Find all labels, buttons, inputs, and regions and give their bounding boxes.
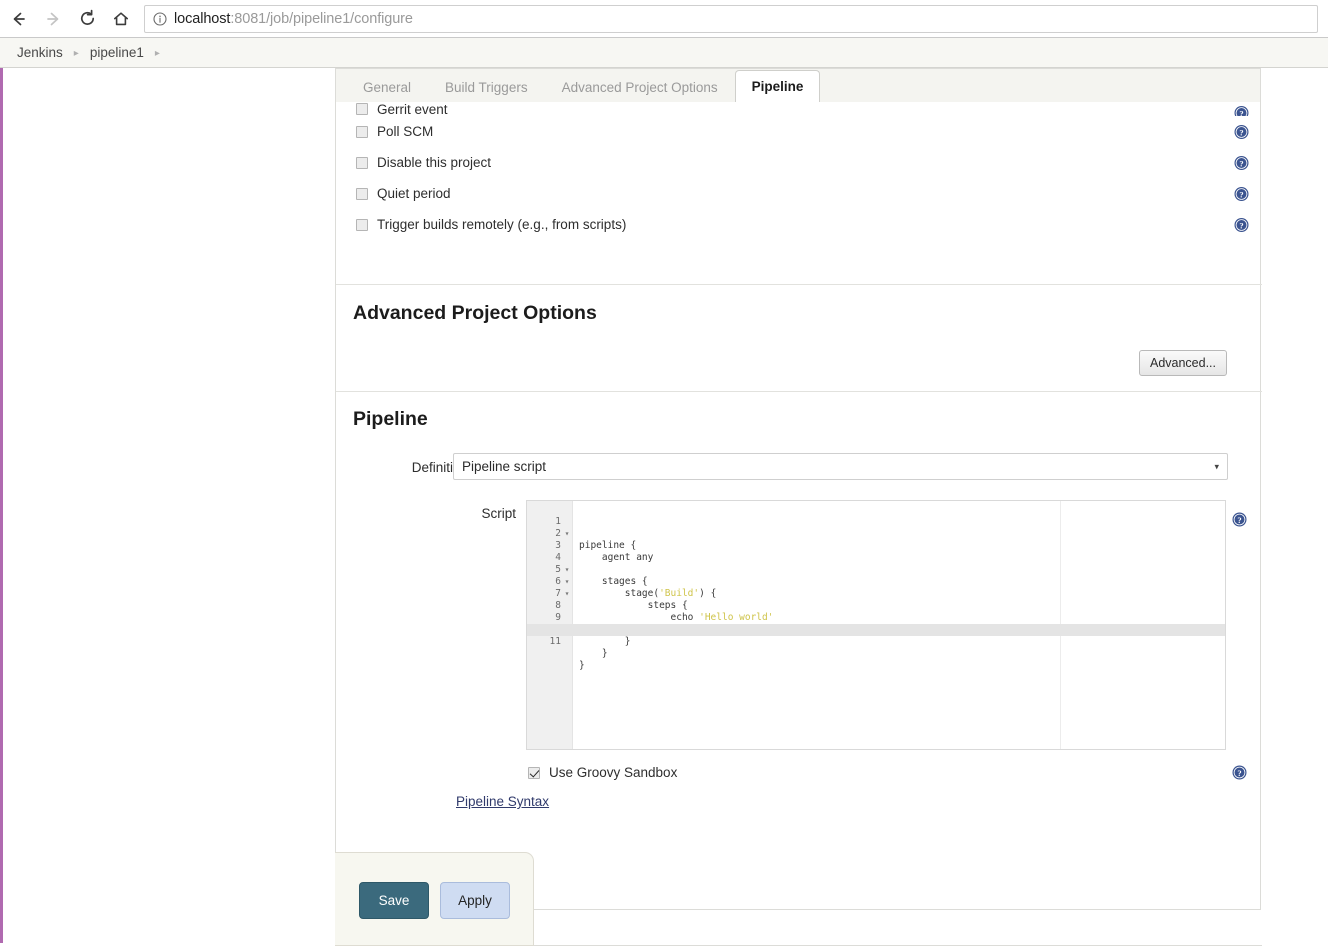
checkbox-poll-scm[interactable] — [356, 125, 368, 138]
url-path: :8081/job/pipeline1/configure — [230, 10, 413, 27]
trigger-label: Gerrit event — [377, 102, 448, 116]
reload-icon[interactable] — [72, 4, 102, 34]
tab-advanced-project-options[interactable]: Advanced Project Options — [545, 71, 735, 104]
code-line: 3 — [527, 528, 1225, 551]
svg-text:?: ? — [1239, 220, 1243, 230]
editor-code-area[interactable]: 1 ▾ pipeline { 2 agent any 3 4 ▾ stages … — [527, 504, 1225, 671]
code-line: 5 ▾ stage('Build') { — [527, 552, 1225, 599]
breadcrumb-item-pipeline1[interactable]: pipeline1 — [90, 45, 144, 60]
url-text: localhost:8081/job/pipeline1/configure — [174, 11, 413, 27]
section-divider — [336, 391, 1262, 392]
breadcrumb-item-jenkins[interactable]: Jenkins — [17, 45, 63, 60]
script-editor[interactable]: 1 ▾ pipeline { 2 agent any 3 4 ▾ stages … — [526, 500, 1226, 750]
back-arrow-icon[interactable] — [4, 4, 34, 34]
code-text: } — [579, 636, 631, 647]
help-icon[interactable]: ? — [1232, 512, 1247, 527]
page-body: General Build Triggers Advanced Project … — [0, 68, 1328, 946]
chevron-down-icon: ▾ — [1214, 461, 1219, 471]
checkbox-trigger-builds-remotely[interactable] — [356, 218, 368, 231]
pipeline-syntax-link[interactable]: Pipeline Syntax — [456, 794, 549, 809]
breadcrumb: Jenkins ▸ pipeline1 ▸ — [0, 38, 1328, 68]
browser-toolbar: localhost:8081/job/pipeline1/configure — [0, 0, 1328, 38]
trigger-row-poll-scm[interactable]: Poll SCM ? — [336, 116, 1262, 147]
home-icon[interactable] — [106, 4, 136, 34]
code-line: 1 ▾ pipeline { — [527, 504, 1225, 551]
checkbox-disable-this-project[interactable] — [356, 156, 368, 169]
trigger-row-gerrit-event[interactable]: Gerrit event ? — [336, 102, 1262, 116]
help-icon[interactable]: ? — [1232, 765, 1247, 780]
breadcrumb-separator-icon: ▸ — [154, 48, 160, 59]
url-host: localhost — [174, 10, 231, 27]
build-triggers-list: Gerrit event ? Poll SCM ? Disable this p… — [336, 102, 1262, 240]
apply-button[interactable]: Apply — [440, 882, 510, 919]
checkbox-use-groovy-sandbox[interactable] — [528, 766, 540, 779]
pipeline-heading: Pipeline — [353, 408, 428, 430]
tab-build-triggers[interactable]: Build Triggers — [428, 71, 545, 104]
save-button[interactable]: Save — [359, 882, 429, 919]
advanced-button[interactable]: Advanced... — [1139, 350, 1227, 376]
definition-label: Definition — [411, 460, 468, 475]
code-line: 10 } — [527, 612, 1225, 659]
trigger-row-quiet-period[interactable]: Quiet period ? — [336, 178, 1262, 209]
code-line: 8 } — [527, 588, 1225, 635]
definition-selected-value: Pipeline script — [462, 459, 547, 474]
trigger-row-trigger-builds-remotely[interactable]: Trigger builds remotely (e.g., from scri… — [336, 209, 1262, 240]
section-divider — [336, 284, 1262, 285]
code-line: 7 echo 'Hello world' — [527, 576, 1225, 623]
trigger-label: Disable this project — [377, 155, 492, 170]
svg-text:?: ? — [1239, 158, 1243, 168]
advanced-project-options-heading: Advanced Project Options — [353, 302, 597, 324]
trigger-row-disable-this-project[interactable]: Disable this project ? — [336, 147, 1262, 178]
code-line: 6 ▾ steps { — [527, 564, 1225, 611]
help-icon[interactable]: ? — [1234, 186, 1249, 201]
trigger-label: Quiet period — [377, 186, 451, 201]
svg-text:?: ? — [1239, 108, 1243, 116]
trigger-label: Trigger builds remotely (e.g., from scri… — [377, 217, 627, 232]
groovy-sandbox-label: Use Groovy Sandbox — [549, 765, 678, 780]
forward-arrow-icon — [38, 4, 68, 34]
definition-select[interactable]: Pipeline script ▾ — [453, 453, 1228, 480]
script-label: Script — [481, 506, 516, 521]
code-line: 4 ▾ stages { — [527, 540, 1225, 587]
config-tab-strip: General Build Triggers Advanced Project … — [335, 68, 1261, 104]
breadcrumb-separator-icon: ▸ — [73, 48, 79, 59]
line-number: 11 — [549, 636, 561, 647]
form-action-bar: Save Apply — [335, 852, 534, 946]
svg-text:?: ? — [1239, 189, 1243, 199]
tab-pipeline[interactable]: Pipeline — [734, 70, 821, 104]
svg-text:?: ? — [1237, 768, 1241, 778]
help-icon[interactable]: ? — [1234, 124, 1249, 139]
checkbox-gerrit-event[interactable] — [356, 103, 368, 115]
svg-text:?: ? — [1239, 127, 1243, 137]
help-icon[interactable]: ? — [1234, 155, 1249, 170]
checkbox-quiet-period[interactable] — [356, 187, 368, 200]
site-info-icon[interactable] — [153, 11, 167, 26]
help-icon[interactable]: ? — [1234, 217, 1249, 232]
tab-general[interactable]: General — [346, 71, 428, 104]
trigger-label: Poll SCM — [377, 124, 434, 139]
groovy-sandbox-row[interactable]: Use Groovy Sandbox — [528, 765, 677, 780]
svg-text:?: ? — [1237, 515, 1241, 525]
code-text: } — [579, 660, 585, 671]
code-line: 2 agent any — [527, 516, 1225, 563]
address-bar[interactable]: localhost:8081/job/pipeline1/configure — [144, 4, 1318, 33]
code-line: 9 } — [527, 600, 1225, 647]
config-panel: Gerrit event ? Poll SCM ? Disable this p… — [335, 102, 1262, 946]
help-icon[interactable]: ? — [1234, 106, 1249, 116]
code-line-active: 11 } — [527, 624, 1225, 671]
